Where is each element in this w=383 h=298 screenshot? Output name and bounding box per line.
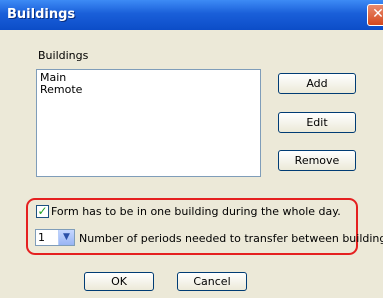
ok-button[interactable]: OK <box>84 272 154 291</box>
window-title: Buildings <box>7 7 76 22</box>
chevron-down-icon[interactable]: ▼ <box>58 230 74 245</box>
title-bar: Buildings ✕ <box>0 0 383 30</box>
periods-select[interactable]: 1 ▼ <box>35 229 75 246</box>
close-icon: ✕ <box>372 6 383 22</box>
checkmark-icon: ✓ <box>37 204 48 218</box>
one-building-label: Form has to be in one building during th… <box>51 205 341 218</box>
periods-value: 1 <box>38 231 45 244</box>
cancel-button[interactable]: Cancel <box>177 272 247 291</box>
add-button[interactable]: Add <box>278 73 356 94</box>
buildings-list[interactable]: Main Remote <box>36 69 261 177</box>
close-button[interactable]: ✕ <box>367 4 383 26</box>
one-building-checkbox[interactable]: ✓ <box>36 205 49 218</box>
periods-label: Number of periods needed to transfer bet… <box>79 232 383 245</box>
buildings-label: Buildings <box>38 49 89 62</box>
list-item[interactable]: Remote <box>40 84 257 96</box>
remove-button[interactable]: Remove <box>278 150 356 171</box>
edit-button[interactable]: Edit <box>278 112 356 133</box>
